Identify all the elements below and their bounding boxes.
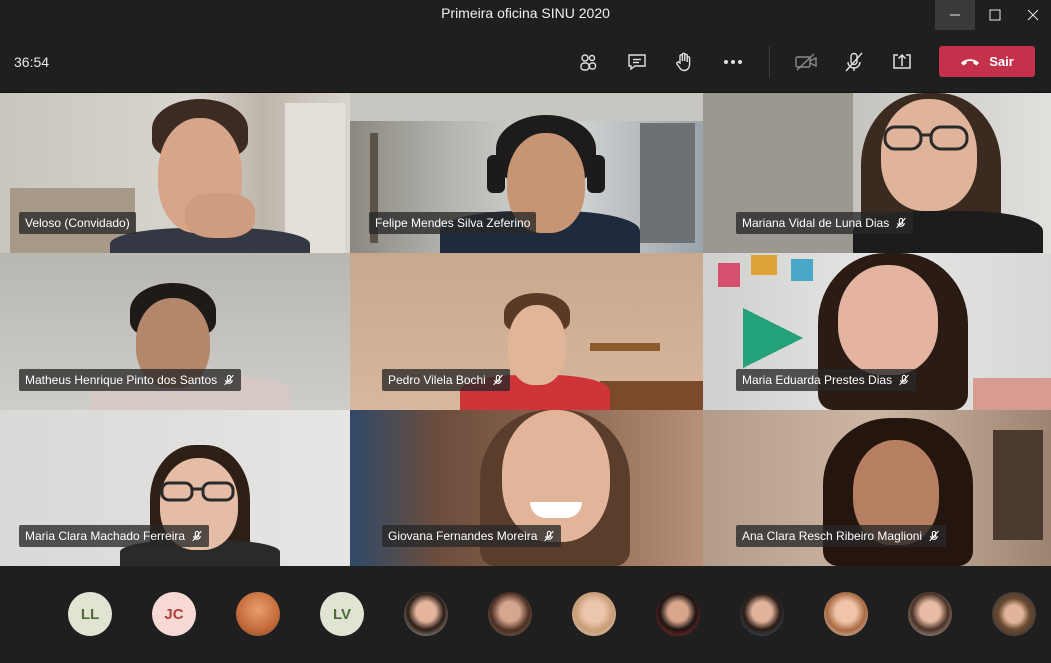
muted-mic-icon [493, 374, 503, 386]
avatar[interactable] [572, 592, 616, 636]
avatar[interactable] [488, 592, 532, 636]
glasses-graphic [883, 125, 969, 151]
video-tile[interactable]: Pedro Vilela Bochi [350, 253, 703, 410]
avatar[interactable]: LL [68, 592, 112, 636]
participant-name-tag: Maria Eduarda Prestes Dias [736, 369, 917, 391]
more-options-button[interactable] [718, 47, 748, 77]
video-tile[interactable]: Matheus Henrique Pinto dos Santos [0, 253, 350, 410]
participant-name-tag: Felipe Mendes Silva Zeferino [369, 212, 537, 234]
participant-face [502, 410, 610, 542]
participant-name-tag: Ana Clara Resch Ribeiro Maglioni [736, 525, 947, 547]
video-tile[interactable]: Maria Clara Machado Ferreira [0, 410, 350, 566]
participant-face [838, 265, 938, 375]
avatar[interactable] [908, 592, 952, 636]
video-tile[interactable]: Mariana Vidal de Luna Dias [703, 93, 1051, 253]
share-screen-button[interactable] [887, 47, 917, 77]
glasses-graphic [160, 481, 235, 502]
muted-mic-icon [899, 374, 909, 386]
participant-name-tag: Pedro Vilela Bochi [382, 369, 510, 391]
avatar[interactable] [740, 592, 784, 636]
avatar[interactable] [656, 592, 700, 636]
participant-face [881, 99, 977, 211]
overflow-participants: LL JC LV [0, 566, 1051, 663]
avatar[interactable] [236, 592, 280, 636]
raise-hand-icon [676, 52, 691, 72]
participant-name-tag: Giovana Fernandes Moreira [382, 525, 562, 547]
video-grid: Veloso (Convidado) Felipe Mendes Silva Z… [0, 93, 1051, 566]
video-tile[interactable]: Giovana Fernandes Moreira [350, 410, 703, 566]
chat-icon [628, 54, 646, 71]
video-tile[interactable]: Ana Clara Resch Ribeiro Maglioni [703, 410, 1051, 566]
participant-name-tag: Veloso (Convidado) [19, 212, 136, 234]
minimize-button[interactable] [935, 0, 975, 30]
toolbar-separator [769, 46, 770, 78]
participant-name-tag: Mariana Vidal de Luna Dias [736, 212, 914, 234]
avatar[interactable] [404, 592, 448, 636]
title-bar: Primeira oficina SINU 2020 [0, 0, 1051, 30]
close-icon [1027, 9, 1039, 21]
avatar[interactable]: JC [152, 592, 196, 636]
meeting-timer: 36:54 [14, 54, 50, 70]
muted-mic-icon [192, 530, 202, 542]
minimize-icon [950, 14, 960, 16]
camera-toggle-button[interactable] [791, 47, 821, 77]
video-tile[interactable]: Felipe Mendes Silva Zeferino [350, 93, 703, 253]
muted-mic-icon [929, 530, 939, 542]
mic-toggle-button[interactable] [839, 47, 869, 77]
chat-button[interactable] [622, 47, 652, 77]
mic-off-icon [845, 52, 863, 72]
leave-label: Sair [989, 54, 1014, 69]
leave-meeting-button[interactable]: Sair [939, 46, 1035, 77]
muted-mic-icon [544, 530, 555, 542]
meeting-toolbar: 36:54 Sair [0, 30, 1051, 93]
avatar[interactable]: LV [320, 592, 364, 636]
participant-face [508, 305, 566, 385]
muted-mic-icon [224, 374, 234, 386]
participants-button[interactable] [573, 47, 603, 77]
video-tile[interactable]: Maria Eduarda Prestes Dias [703, 253, 1051, 410]
participant-name-tag: Matheus Henrique Pinto dos Santos [19, 369, 242, 391]
hang-up-icon [961, 58, 980, 65]
maximize-button[interactable] [975, 0, 1015, 30]
avatar[interactable] [992, 592, 1036, 636]
raise-hand-button[interactable] [669, 47, 699, 77]
close-button[interactable] [1013, 0, 1051, 30]
maximize-icon [989, 9, 1001, 21]
participant-name-tag: Maria Clara Machado Ferreira [19, 525, 210, 547]
video-tile[interactable]: Veloso (Convidado) [0, 93, 350, 253]
window-title: Primeira oficina SINU 2020 [441, 5, 610, 21]
share-screen-icon [893, 53, 911, 69]
camera-off-icon [795, 53, 817, 71]
avatar[interactable] [824, 592, 868, 636]
muted-mic-icon [896, 217, 906, 229]
participants-icon [580, 54, 597, 71]
more-options-icon [724, 60, 742, 64]
